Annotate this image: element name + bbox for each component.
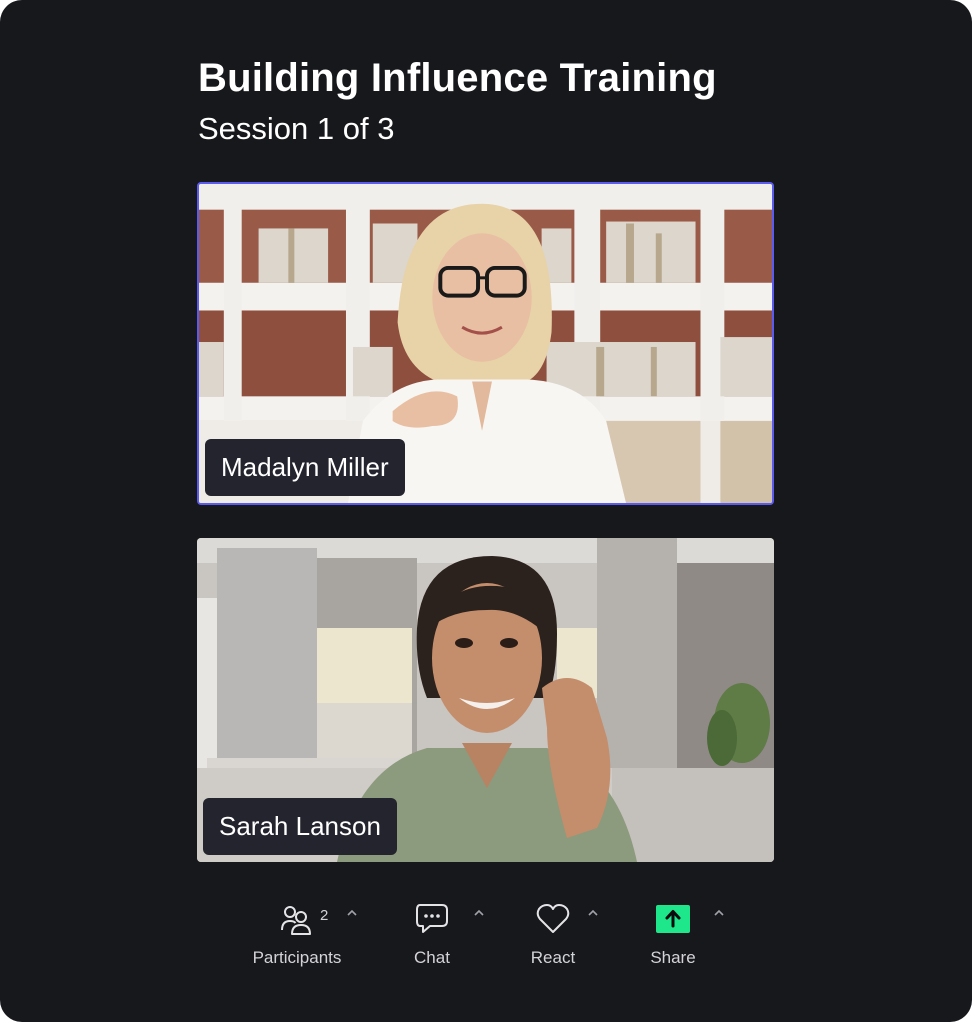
participants-button[interactable]: 2 Participants [227,890,367,980]
meeting-window: Building Influence Training Session 1 of… [0,0,972,1022]
chevron-up-icon[interactable] [586,908,600,918]
react-button[interactable]: React [483,890,623,980]
chevron-up-icon[interactable] [345,908,359,918]
heart-icon [536,904,570,933]
chat-label: Chat [414,948,450,967]
video-tile-madalyn-miller[interactable]: Madalyn Miller [197,182,774,505]
chat-button[interactable]: Chat [362,890,502,980]
participant-name-tag: Sarah Lanson [203,798,397,855]
participants-icon [281,906,311,935]
share-upload-icon [656,905,690,933]
share-label: Share [650,948,696,967]
participant-count: 2 [320,907,329,924]
participants-label: Participants [252,948,342,967]
react-label: React [530,948,576,967]
video-tile-sarah-lanson[interactable]: Sarah Lanson [197,538,774,862]
meeting-title: Building Influence Training [198,56,717,100]
share-button[interactable]: Share [603,890,743,980]
chat-icon [416,904,448,933]
chevron-up-icon[interactable] [712,908,726,918]
meeting-toolbar: 2 Participants Chat React Share [0,890,972,990]
session-subtitle: Session 1 of 3 [198,111,395,146]
participant-name-tag: Madalyn Miller [205,439,405,496]
